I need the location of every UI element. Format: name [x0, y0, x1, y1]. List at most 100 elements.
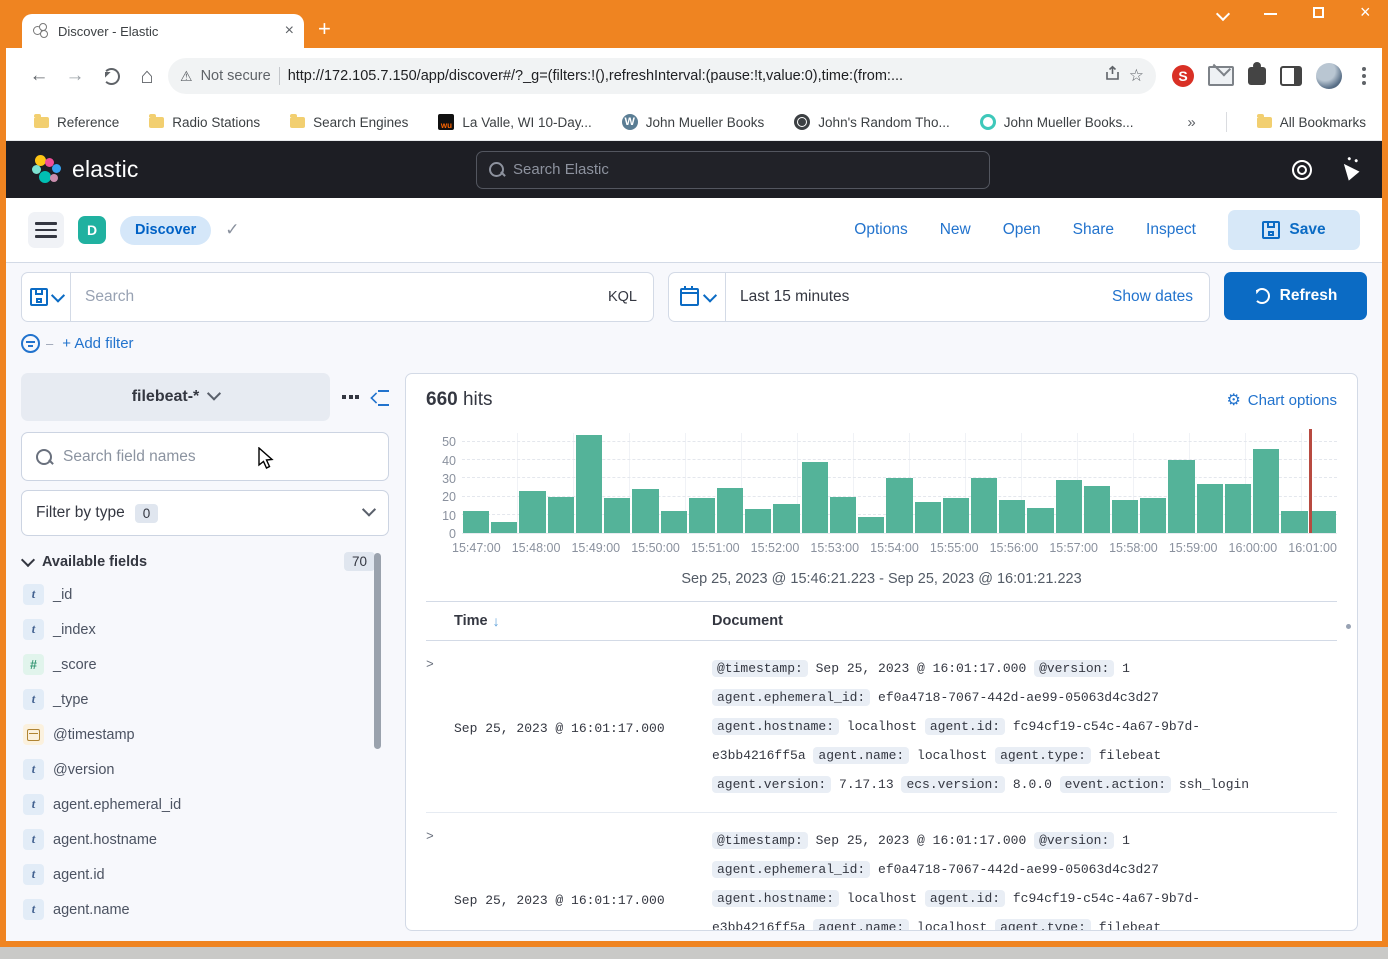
reload-icon[interactable]	[96, 61, 126, 91]
window-menu-chevron-icon[interactable]	[1216, 6, 1230, 20]
time-range-value[interactable]: Last 15 minutes	[726, 288, 1112, 306]
field-item[interactable]: tagent.id	[21, 857, 389, 892]
histogram-bar[interactable]	[463, 511, 489, 533]
saved-query-menu-button[interactable]	[22, 273, 71, 321]
options-link[interactable]: Options	[854, 221, 907, 239]
histogram-bar[interactable]	[717, 488, 743, 533]
new-link[interactable]: New	[940, 221, 971, 239]
histogram-bar[interactable]	[576, 435, 602, 533]
forward-icon[interactable]: →	[60, 61, 90, 91]
histogram-bar[interactable]	[1112, 500, 1138, 533]
histogram-bar[interactable]	[886, 478, 912, 533]
time-column-header[interactable]: Time ↓	[454, 613, 712, 629]
space-avatar[interactable]: D	[78, 216, 106, 244]
save-button[interactable]: Save	[1228, 210, 1360, 250]
field-item[interactable]: t_index	[21, 612, 389, 647]
bookmark-item[interactable]: WJohn Mueller Books	[622, 114, 765, 130]
field-search-input[interactable]: Search field names	[21, 432, 389, 481]
refresh-button[interactable]: Refresh	[1224, 272, 1367, 320]
histogram-bar[interactable]	[971, 478, 997, 533]
histogram-bar[interactable]	[1253, 449, 1279, 533]
tab-close-icon[interactable]: ×	[285, 23, 294, 39]
url-bar[interactable]: ⚠ Not secure http://172.105.7.150/app/di…	[168, 58, 1156, 94]
home-icon[interactable]: ⌂	[132, 61, 162, 91]
field-item[interactable]: #_score	[21, 647, 389, 682]
breadcrumb-discover[interactable]: Discover	[120, 216, 211, 245]
side-panel-icon[interactable]	[1280, 66, 1302, 86]
histogram-bar[interactable]	[519, 491, 545, 533]
query-language-button[interactable]: KQL	[592, 289, 653, 305]
bookmarks-overflow-chevron[interactable]: »	[1187, 114, 1195, 131]
histogram-bar[interactable]	[999, 500, 1025, 533]
date-quick-menu-button[interactable]	[669, 273, 726, 321]
panel-scrollbar-thumb[interactable]	[1346, 624, 1351, 629]
field-item[interactable]: t_type	[21, 682, 389, 717]
histogram-bar[interactable]	[1197, 484, 1223, 533]
histogram-bar[interactable]	[632, 489, 658, 533]
table-row[interactable]: >Sep 25, 2023 @ 16:01:17.000@timestamp: …	[426, 641, 1337, 813]
histogram-bar[interactable]	[773, 504, 799, 533]
index-pattern-selector[interactable]: filebeat-*	[21, 373, 330, 421]
histogram-bar[interactable]	[661, 511, 687, 533]
bookmark-item[interactable]: Search Engines	[290, 115, 408, 130]
chart-options-button[interactable]: ⚙ Chart options	[1226, 390, 1337, 410]
new-tab-button[interactable]: +	[318, 18, 331, 40]
extensions-puzzle-icon[interactable]	[1248, 67, 1266, 85]
histogram-bar[interactable]	[745, 509, 771, 533]
field-item[interactable]: tagent.ephemeral_id	[21, 787, 389, 822]
filter-by-type-select[interactable]: Filter by type 0	[21, 490, 389, 536]
news-party-icon[interactable]	[1338, 159, 1359, 180]
extension-s-icon[interactable]: S	[1172, 65, 1194, 87]
window-close-icon[interactable]: ×	[1360, 6, 1374, 20]
window-maximize-icon[interactable]	[1312, 6, 1326, 20]
histogram-bar[interactable]	[1056, 480, 1082, 533]
histogram-bar[interactable]	[1310, 511, 1336, 533]
extension-mail-icon[interactable]	[1208, 66, 1234, 86]
bookmark-item[interactable]: John's Random Tho...	[794, 114, 949, 130]
field-item[interactable]: tagent.hostname	[21, 822, 389, 857]
bookmark-item[interactable]: Radio Stations	[149, 115, 260, 130]
bookmark-item[interactable]: wuLa Valle, WI 10-Day...	[438, 114, 591, 130]
histogram-bar[interactable]	[943, 498, 969, 533]
histogram-bar[interactable]	[1225, 484, 1251, 533]
histogram-bar[interactable]	[915, 502, 941, 533]
table-row[interactable]: >Sep 25, 2023 @ 16:01:17.000@timestamp: …	[426, 813, 1337, 931]
help-icon[interactable]	[1292, 160, 1312, 180]
share-icon[interactable]	[1104, 65, 1121, 87]
bookmark-item[interactable]: Reference	[34, 115, 119, 130]
bookmark-star-icon[interactable]: ☆	[1129, 66, 1144, 86]
histogram-bar[interactable]	[1140, 498, 1166, 533]
window-minimize-icon[interactable]	[1264, 6, 1278, 20]
add-filter-button[interactable]: + Add filter	[62, 335, 133, 352]
histogram-bar[interactable]	[1027, 508, 1053, 533]
histogram-bar[interactable]	[830, 497, 856, 533]
profile-avatar[interactable]	[1316, 63, 1342, 89]
histogram-bar[interactable]	[1084, 486, 1110, 533]
field-settings-icon[interactable]	[342, 395, 359, 399]
browser-menu-icon[interactable]	[1356, 67, 1372, 85]
field-item[interactable]: @timestamp	[21, 717, 389, 752]
field-item[interactable]: tagent.name	[21, 892, 389, 927]
show-dates-button[interactable]: Show dates	[1112, 288, 1209, 306]
row-expander-icon[interactable]: >	[426, 826, 454, 931]
histogram-bar[interactable]	[1281, 511, 1307, 533]
browser-tab[interactable]: Discover - Elastic ×	[22, 14, 304, 48]
inspect-link[interactable]: Inspect	[1146, 221, 1196, 239]
security-label[interactable]: Not secure	[201, 68, 271, 84]
row-expander-icon[interactable]: >	[426, 654, 454, 799]
histogram-bar[interactable]	[689, 498, 715, 533]
url-text[interactable]: http://172.105.7.150/app/discover#/?_g=(…	[288, 68, 1096, 84]
global-search-input[interactable]: Search Elastic	[476, 151, 990, 189]
histogram-bar[interactable]	[491, 522, 517, 533]
histogram-bar[interactable]	[548, 497, 574, 533]
bookmark-item[interactable]: John Mueller Books...	[980, 114, 1134, 130]
share-link[interactable]: Share	[1073, 221, 1114, 239]
open-link[interactable]: Open	[1003, 221, 1041, 239]
field-item[interactable]: t@version	[21, 752, 389, 787]
all-bookmarks[interactable]: All Bookmarks	[1257, 115, 1366, 130]
elastic-logo[interactable]	[32, 155, 62, 185]
back-icon[interactable]: ←	[24, 61, 54, 91]
filter-icon[interactable]	[21, 334, 40, 353]
field-item[interactable]: t_id	[21, 577, 389, 612]
sidebar-scrollbar-thumb[interactable]	[374, 553, 381, 749]
